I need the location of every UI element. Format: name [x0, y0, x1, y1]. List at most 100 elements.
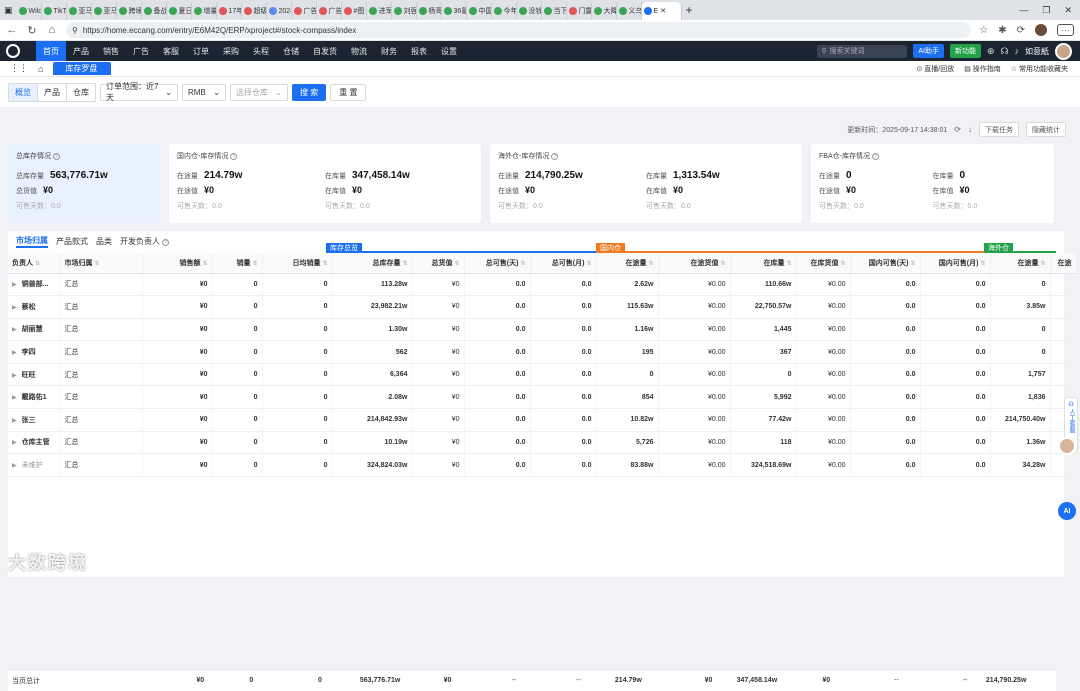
currency-select[interactable]: RMB ⌄ — [182, 83, 226, 101]
column-header[interactable]: 国内可售(月) ⇅ — [920, 253, 991, 274]
column-header[interactable]: 国内可售(天) ⇅ — [850, 253, 921, 274]
menu-item[interactable]: 产品 — [66, 41, 96, 61]
browser-tab[interactable]: 今年 — [492, 2, 517, 20]
app-logo-icon[interactable] — [6, 44, 20, 58]
reset-button[interactable]: 重 置 — [330, 83, 367, 101]
tab-category[interactable]: 品类 — [96, 236, 112, 247]
column-header[interactable]: 在库量 ⇅ — [730, 253, 797, 274]
browser-tab-active[interactable]: E ✕ — [641, 2, 682, 20]
browser-menu-icon[interactable]: ··· — [1057, 24, 1074, 36]
search-button[interactable]: 搜 索 — [292, 83, 327, 101]
live-replay-link[interactable]: ⊙ 直播/回放 — [916, 64, 954, 74]
browser-tab[interactable]: TikTo — [42, 2, 67, 20]
browser-tab[interactable]: 当下 — [542, 2, 567, 20]
table-row[interactable]: ▶ 蔡松 汇总 ¥0 0 0 23,982.21w ¥0 0.0 0.0 115.63w ¥0.00 2… — [8, 295, 1077, 319]
url-field[interactable]: ⚲ https://home.eccang.com/entry/E6M42Q/E… — [66, 22, 972, 38]
table-row[interactable]: ▶ 仓库主管 汇总 ¥0 0 0 10.19w ¥0 0.0 0.0 5,726 ¥0.00 118 ¥0… — [8, 431, 1077, 455]
menu-item[interactable]: 报表 — [404, 41, 434, 61]
sort-icon[interactable]: ⇅ — [980, 261, 985, 267]
warehouse-select[interactable]: 选择仓库 ⌄ — [230, 83, 288, 101]
table-row[interactable]: ▶ 戴路佑1 汇总 ¥0 0 0 2.08w ¥0 0.0 0.0 854 ¥0.00 5,992 ¥0.… — [8, 385, 1077, 410]
maximize-icon[interactable]: ❐ — [1042, 5, 1050, 16]
download-arrow-icon[interactable]: ↓ — [968, 125, 972, 134]
sort-icon[interactable]: ⇅ — [454, 261, 459, 267]
browser-tab[interactable]: 增量 — [192, 2, 217, 20]
menu-item[interactable]: 头程 — [246, 41, 276, 61]
column-header[interactable]: 销量 ⇅ — [212, 253, 263, 274]
global-search-input[interactable]: ⚲ 搜索关键词 — [817, 44, 908, 58]
user-name[interactable]: 如意紙 — [1025, 46, 1049, 57]
menu-item[interactable]: 客服 — [156, 41, 186, 61]
home-icon[interactable]: ⌂ — [46, 24, 58, 36]
segment-product[interactable]: 产品 — [38, 83, 67, 101]
new-feature-button[interactable]: 新功能 — [949, 44, 981, 58]
menu-item[interactable]: 采购 — [216, 41, 246, 61]
expand-caret-icon[interactable]: ▶ — [12, 440, 17, 446]
tab-stock-compass[interactable]: 库存罗盘 — [53, 62, 112, 75]
column-header[interactable]: 市场归属 ⇅ — [60, 253, 143, 274]
browser-tab[interactable]: 36氪 — [442, 2, 467, 20]
browser-tab[interactable]: 备战 — [142, 2, 167, 20]
table-row[interactable]: ▶ 胡丽慧 汇总 ¥0 0 0 1.30w ¥0 0.0 0.0 1.16w ¥0.00 1,445 ¥0… — [8, 318, 1077, 342]
help-icon[interactable]: ? — [53, 153, 60, 160]
sort-icon[interactable]: ⇅ — [1040, 261, 1045, 267]
column-header[interactable]: 销售额 ⇅ — [142, 253, 213, 274]
refresh-data-icon[interactable]: ⟳ — [954, 125, 961, 134]
sort-icon[interactable]: ⇅ — [840, 261, 845, 267]
home-tab-icon[interactable]: ⌂ — [38, 64, 43, 74]
site-info-icon[interactable]: ⚲ — [72, 26, 78, 35]
favorites-link[interactable]: ☆ 常用功能收藏夹 — [1011, 64, 1068, 74]
browser-tab[interactable]: 17年 — [217, 2, 242, 20]
browser-tab[interactable]: 门露 — [567, 2, 592, 20]
download-task-button[interactable]: 下载任务 — [979, 122, 1019, 137]
minimize-icon[interactable]: — — [1019, 5, 1028, 16]
guide-link[interactable]: ▤ 操作指南 — [964, 64, 1001, 74]
browser-tab[interactable]: 亚马 — [92, 2, 117, 20]
ai-assistant-button[interactable]: AI助手 — [913, 44, 944, 58]
column-header[interactable]: 日均销量 ⇅ — [262, 253, 333, 274]
extensions-icon[interactable]: ✱ — [998, 25, 1006, 36]
browser-tab[interactable]: #图 — [342, 2, 367, 20]
column-header[interactable]: 总库存量 ⇅ — [332, 253, 413, 274]
menu-item[interactable]: 订单 — [186, 41, 216, 61]
sort-icon[interactable]: ⇅ — [910, 261, 915, 267]
table-row[interactable]: ▶ 旺旺 汇总 ¥0 0 0 6,364 ¥0 0.0 0.0 0 ¥0.00 0 ¥0.00 0.0 0.0… — [8, 363, 1077, 387]
sort-icon[interactable]: ⇅ — [786, 261, 791, 267]
bell-icon[interactable]: ♪ — [1015, 46, 1020, 56]
sort-icon[interactable]: ⇅ — [35, 261, 40, 267]
help-icon[interactable]: ? — [230, 153, 238, 160]
browser-tab[interactable]: 进军 — [367, 2, 392, 20]
close-window-icon[interactable]: ✕ — [1064, 5, 1072, 16]
browser-tab[interactable]: 杨哥 — [417, 2, 442, 20]
menu-item[interactable]: 自发货 — [306, 41, 344, 61]
table-row[interactable]: ▶ 张三 汇总 ¥0 0 0 214,842.93w ¥0 0.0 0.0 10.82w ¥0.00 7… — [8, 408, 1077, 432]
sort-icon[interactable]: ⇅ — [720, 261, 725, 267]
column-header[interactable]: 在途货值 ⇅ — [658, 253, 731, 274]
profile-avatar[interactable] — [1035, 24, 1047, 36]
browser-tab[interactable]: 超级 — [242, 2, 267, 20]
expand-caret-icon[interactable]: ▶ — [12, 282, 17, 288]
column-header[interactable]: 在途 — [1050, 253, 1077, 274]
new-tab-icon[interactable]: + — [686, 3, 693, 17]
tab-product-style[interactable]: 产品款式 — [56, 236, 88, 247]
browser-tab[interactable]: 跨境 — [117, 2, 142, 20]
browser-tab[interactable]: 广告 — [317, 2, 342, 20]
menu-item[interactable]: 物流 — [344, 41, 374, 61]
segment-warehouse[interactable]: 仓库 — [67, 84, 95, 101]
segment-overview[interactable]: 概览 — [9, 83, 38, 101]
browser-tab[interactable]: 夏日 — [167, 2, 192, 20]
window-menu-icon[interactable]: ▣ — [4, 5, 13, 16]
menu-item[interactable]: 首页 — [36, 41, 66, 61]
refresh-icon[interactable]: ⟳ — [1017, 25, 1025, 36]
menu-item[interactable]: 财务 — [374, 41, 404, 61]
browser-tab[interactable]: 2024 — [267, 2, 292, 20]
browser-tab[interactable]: 广告 — [292, 2, 317, 20]
sort-icon[interactable]: ⇅ — [586, 261, 591, 267]
bookmark-star-icon[interactable]: ☆ — [979, 25, 988, 36]
download-icon[interactable]: ⊕ — [987, 46, 995, 57]
column-header[interactable]: 负责人 ⇅ — [8, 253, 61, 274]
expand-caret-icon[interactable]: ▶ — [12, 305, 17, 311]
browser-tab[interactable]: 大降 — [592, 2, 617, 20]
user-avatar[interactable] — [1055, 42, 1072, 60]
headset-icon[interactable]: ☊ — [1001, 46, 1009, 57]
